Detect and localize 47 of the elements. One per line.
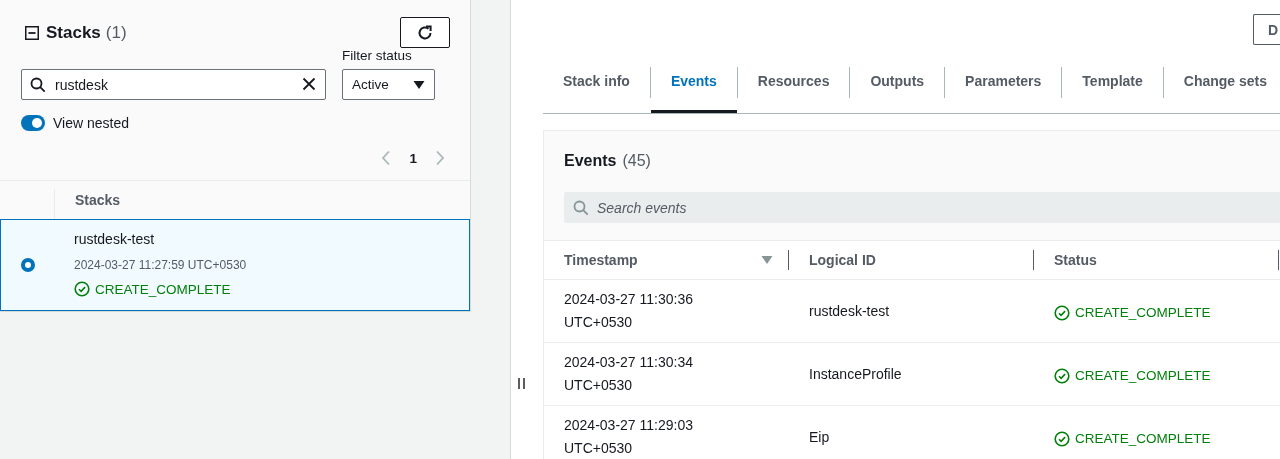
refresh-button[interactable]	[400, 17, 450, 48]
table-cell-text: 2024-03-27 11:29:03 UTC+0530	[564, 416, 694, 458]
toggle-switch[interactable]	[21, 115, 45, 131]
table-cell-text: 2024-03-27 11:30:34 UTC+0530	[564, 353, 694, 395]
status-text: CREATE_COMPLETE	[95, 281, 231, 297]
page-number[interactable]: 1	[409, 150, 417, 166]
tab[interactable]: Outputs	[850, 52, 945, 113]
collapse-icon[interactable]	[25, 26, 39, 40]
toggle-label: View nested	[53, 115, 129, 131]
tab[interactable]: Parameters	[945, 52, 1062, 113]
tab[interactable]: Template	[1062, 52, 1163, 113]
filter-label: Filter status	[342, 48, 413, 63]
search-field[interactable]: Search events	[564, 192, 1280, 223]
column-header[interactable]: Status	[1054, 252, 1097, 268]
table-cell: rustdesk-test	[809, 303, 890, 319]
tab[interactable]: Change sets	[1163, 52, 1280, 113]
status-text: CREATE_COMPLETE	[1075, 368, 1211, 383]
panel-title: Stacks	[46, 23, 101, 43]
caret-icon	[413, 79, 425, 90]
success-icon	[1054, 430, 1070, 447]
panel-count: (45)	[622, 152, 651, 171]
table-cell-text: 2024-03-27 11:30:36 UTC+0530	[564, 290, 694, 332]
action-button[interactable]: D	[1253, 14, 1280, 45]
panel-count: (1)	[105, 23, 127, 43]
search-field[interactable]: rustdesk	[21, 69, 326, 100]
tab[interactable]: Resources	[737, 52, 850, 113]
stack-timestamp: 2024-03-27 11:27:59 UTC+0530	[74, 257, 247, 274]
stack-name: rustdesk-test	[74, 231, 156, 249]
status-text: CREATE_COMPLETE	[1075, 305, 1211, 320]
close-icon[interactable]	[302, 77, 316, 91]
stack-row[interactable]: rustdesk-test 2024-03-27 11:27:59 UTC+0530 CREATE_COMPLETE	[0, 219, 470, 311]
success-icon	[1054, 304, 1070, 321]
sort-icon	[761, 255, 773, 265]
success-icon	[74, 281, 90, 297]
column-header[interactable]: Timestamp	[564, 252, 638, 268]
radio-button[interactable]	[20, 258, 35, 272]
table-cell: Eip	[809, 429, 830, 445]
refresh-icon	[416, 23, 434, 42]
status-text: CREATE_COMPLETE	[1075, 431, 1211, 446]
success-icon	[1054, 367, 1070, 384]
table-cell: InstanceProfile	[809, 366, 902, 382]
column-header: Stacks	[75, 192, 121, 208]
tab[interactable]: Stack info	[543, 52, 650, 113]
resize-handle-icon[interactable]	[518, 378, 525, 389]
panel-title: Events	[564, 152, 617, 171]
column-header[interactable]: Logical ID	[809, 252, 876, 268]
status-select[interactable]: Active	[342, 69, 435, 100]
